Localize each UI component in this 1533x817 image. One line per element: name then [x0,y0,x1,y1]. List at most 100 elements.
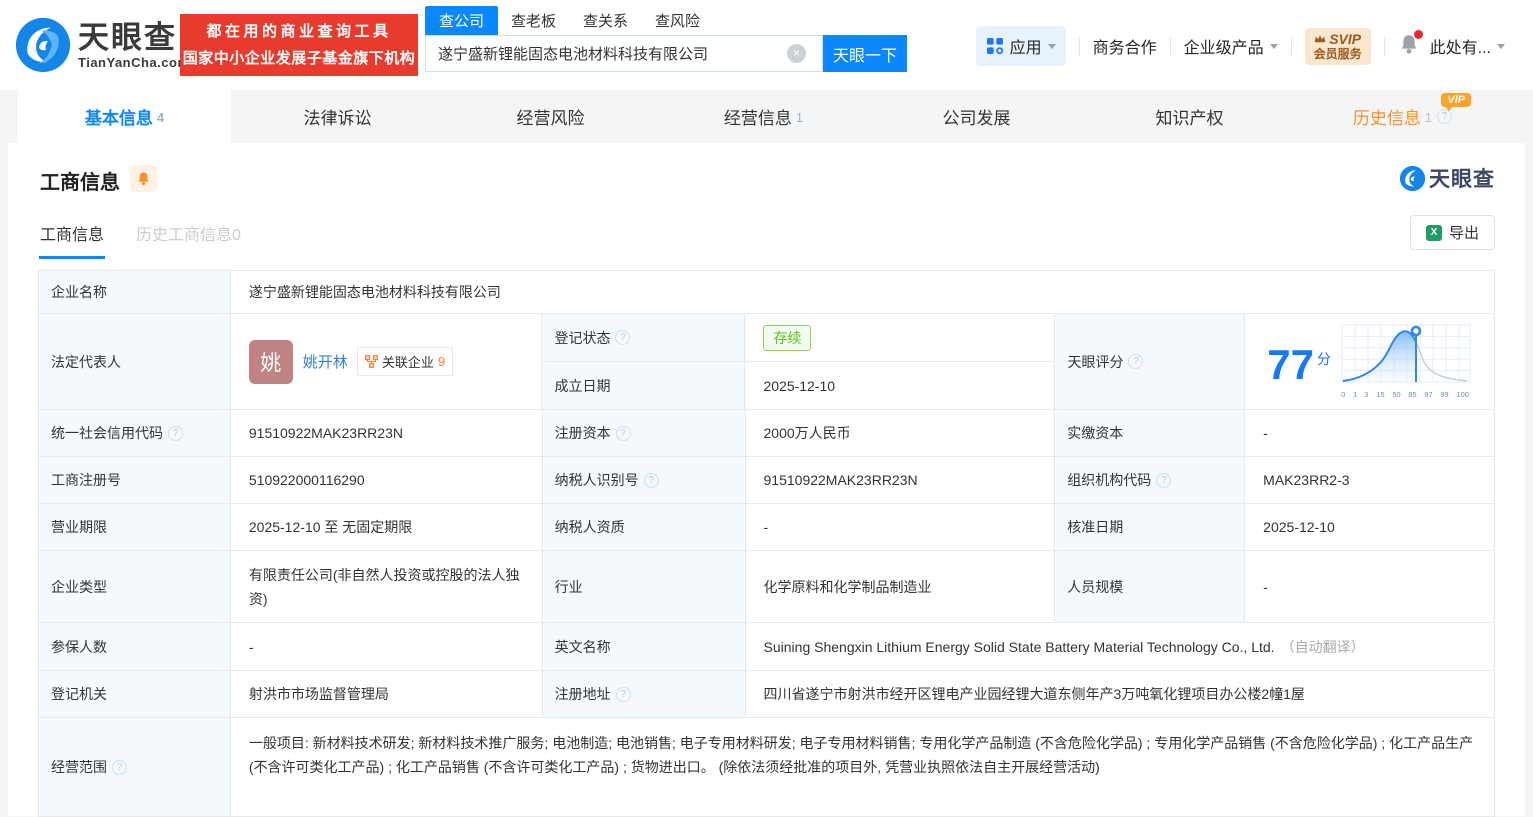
user-account-menu[interactable]: 此处有... [1430,34,1505,58]
search-button[interactable]: 天眼一下 [823,35,907,72]
taxpayer-id-label: 纳税人识别号 ? [542,457,746,504]
business-term-value: 2025-12-10 至 无固定期限 [230,504,543,551]
related-companies-badge[interactable]: 关联企业 9 [356,347,454,376]
help-icon[interactable]: ? [615,425,631,441]
tab-count: 4 [156,110,165,125]
tab-count: 1 [1424,110,1433,125]
reg-status-cell: 存续 [745,314,1056,362]
credit-code-value: 91510922MAK23RR23N [230,410,543,457]
excel-icon: X [1425,224,1442,241]
tab-company-development[interactable]: 公司发展 [870,90,1083,143]
score-value: 77 分 [1267,338,1331,386]
taxpayer-id-value: 91510922MAK23RR23N [745,457,1056,504]
tianyancha-logo[interactable]: 天眼查 TianYanCha.com [14,16,190,74]
table-row: 登记机关 射洪市市场监督管理局 注册地址 ? 四川省遂宁市射洪市经开区锂电产业园… [39,671,1495,718]
approval-date-label: 核准日期 [1055,504,1246,551]
related-companies-count: 9 [437,354,446,369]
search-input[interactable] [425,35,823,72]
chevron-down-icon [1047,43,1056,49]
divider [1383,37,1385,55]
tab-label: 法律诉讼 [303,109,372,128]
reg-status-label: 登记状态 ? [542,314,746,362]
slogan-line2: 国家中小企业发展子基金旗下机构 [182,50,416,67]
slogan-line1: 都在用的商业查询工具 [206,23,392,40]
table-row: 工商注册号 510922000116290 纳税人识别号 ? 91510922M… [39,457,1495,504]
tab-label: 基本信息 [84,109,153,128]
tianyancha-watermark: 天眼查 [1399,163,1495,193]
vip-badge: VIP [1441,93,1471,111]
paid-capital-label: 实缴资本 [1055,410,1246,457]
monitor-bell-button[interactable] [130,165,157,192]
table-row: 法定代表人 姚 姚开林 关联企业 9 登记状态 ? 存续 成立日期 2025-1… [39,314,1495,410]
help-icon[interactable]: ? [1156,472,1172,488]
company-type-label: 企业类型 [39,551,231,623]
search-tab-company[interactable]: 查公司 [425,6,499,35]
search-tab-risk[interactable]: 查风险 [655,6,700,35]
brand-domain: TianYanCha.com [78,54,190,70]
bell-icon [138,172,149,186]
svip-membership-button[interactable]: SVIP 会员服务 [1304,27,1371,65]
english-name-label: 英文名称 [542,623,746,671]
legal-rep-avatar[interactable]: 姚 [248,339,293,384]
legal-rep-cell: 姚 姚开林 关联企业 9 [230,314,543,410]
tab-legal-proceedings[interactable]: 法律诉讼 [231,90,444,143]
brand-name: 天眼查 [78,19,177,55]
main-panel: 工商信息 天眼查 工商信息 历史工商信息0 X 导出 企业名称 遂宁盛新锂能固态… [8,143,1525,817]
taxpayer-quality-label: 纳税人资质 [542,504,746,551]
company-name-label: 企业名称 [39,271,231,314]
search-tab-boss[interactable]: 查老板 [511,6,556,35]
export-button[interactable]: X 导出 [1410,215,1495,250]
table-row: 企业名称 遂宁盛新锂能固态电池材料科技有限公司 [39,271,1495,314]
help-icon[interactable]: ? [168,425,183,441]
cooperation-menu[interactable]: 商务合作 [1093,34,1157,58]
tab-intellectual-property[interactable]: 知识产权 [1083,90,1296,143]
tab-business-info[interactable]: 经营信息 1 [657,90,870,143]
legal-rep-name-link[interactable]: 姚开林 [303,351,348,372]
tab-label: 经营风险 [516,109,585,128]
table-row: 参保人数 - 英文名称 Suining Shengxin Lithium Ene… [39,623,1495,671]
notification-bell-icon[interactable] [1398,29,1423,60]
help-icon[interactable]: ? [615,330,631,345]
tab-basic-info[interactable]: 基本信息 4 [18,90,231,143]
company-type-value: 有限责任公司(非自然人投资或控股的法人独资) [230,551,543,623]
clear-search-icon[interactable]: × [787,44,806,63]
brand-slogan: 都在用的商业查询工具 国家中小企业发展子基金旗下机构 [180,14,418,76]
table-row: 企业类型 有限责任公司(非自然人投资或控股的法人独资) 行业 化学原料和化学制品… [39,551,1495,623]
tab-history-info[interactable]: VIP 历史信息 1 ? [1296,90,1509,143]
staff-size-value: - [1245,551,1495,623]
tab-operating-risk[interactable]: 经营风险 [444,90,657,143]
crown-icon [1314,35,1326,43]
subtab-current-info[interactable]: 工商信息 [38,221,106,259]
credit-code-label: 统一社会信用代码 ? [39,410,231,457]
score-label: 天眼评分 ? [1055,314,1246,410]
search-tab-relation[interactable]: 查关系 [583,6,628,35]
export-label: 导出 [1448,225,1479,242]
tab-label: 经营信息 [723,109,792,128]
chevron-down-icon [1497,43,1505,49]
business-registration-table: 企业名称 遂宁盛新锂能固态电池材料科技有限公司 法定代表人 姚 姚开林 关联企业… [38,270,1495,817]
org-code-label: 组织机构代码 ? [1055,457,1246,504]
org-code-value: MAK23RR2-3 [1245,457,1495,504]
divider [1290,37,1292,55]
enterprise-products-menu[interactable]: 企业级产品 [1184,34,1278,58]
help-icon[interactable]: ? [615,686,631,702]
reg-capital-label: 注册资本 ? [542,410,746,457]
header: 天眼查 TianYanCha.com 都在用的商业查询工具 国家中小企业发展子基… [0,0,1533,90]
insured-count-value: - [230,623,543,671]
industry-value: 化学原料和化学制品制造业 [745,551,1056,623]
chevron-down-icon [1269,43,1278,49]
help-icon[interactable]: ? [112,759,127,775]
help-icon[interactable]: ? [643,472,659,488]
reg-capital-value: 2000万人民币 [745,410,1056,457]
watermark-logo-icon [1399,165,1426,191]
help-icon[interactable]: ? [1128,354,1144,369]
divider [1169,37,1171,55]
auto-translate-note: （自动翻译） [1280,638,1365,655]
subtab-history-info[interactable]: 历史工商信息0 [136,221,241,259]
english-name-value: Suining Shengxin Lithium Energy Solid St… [745,623,1495,671]
table-row: 登记状态 ? 存续 [542,314,1056,362]
help-icon[interactable]: ? [1437,109,1453,124]
score-distribution-chart: 01 3 15 50 85 97 99 100 [1341,324,1471,399]
table-row: 营业期限 2025-12-10 至 无固定期限 纳税人资质 - 核准日期 202… [39,504,1495,551]
apps-menu[interactable]: 应用 [975,26,1066,66]
